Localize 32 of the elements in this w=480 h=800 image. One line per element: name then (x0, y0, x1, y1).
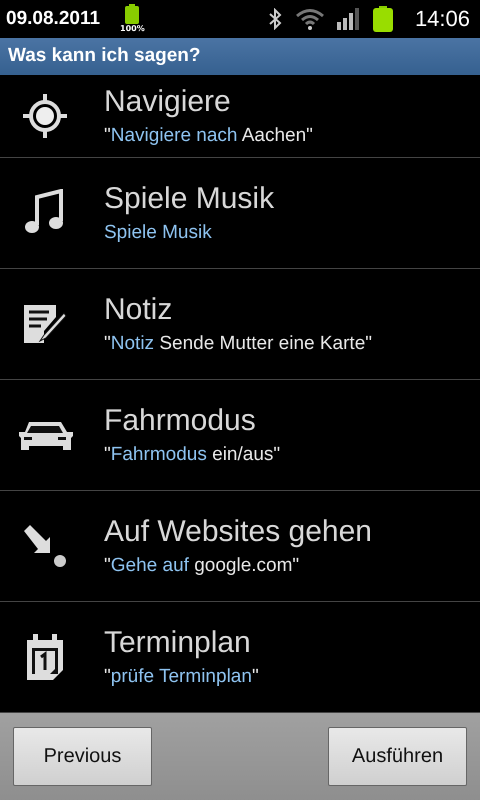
command-item[interactable]: Auf Websites gehen "Gehe auf google.com" (0, 491, 480, 602)
command-title: Auf Websites gehen (104, 515, 372, 550)
battery-icon (372, 6, 393, 32)
example-phrase: "Navigiere nach Aachen" (104, 125, 313, 148)
example-phrase: "Gehe auf google.com" (104, 555, 300, 578)
example-phrase: "Notiz Sende Mutter eine Karte" (104, 333, 372, 356)
status-date: 09.08.2011 (6, 8, 100, 30)
command-item[interactable]: Spiele Musik Spiele Musik (0, 158, 480, 270)
dialog-button[interactable]: Ausführen (328, 727, 467, 786)
status-time: 14:06 (414, 6, 470, 32)
command-title: Fahrmodus (104, 404, 257, 438)
command-title: Navigiere (104, 85, 232, 120)
command-title: Terminplan (104, 626, 252, 660)
calendar-icon (25, 634, 65, 680)
command-item[interactable]: Notiz "Notiz Sende Mutter eine Karte" (0, 269, 480, 380)
command-item[interactable]: Navigiere "Navigiere nach Aachen" (0, 75, 480, 158)
dialog-button[interactable]: Previous (13, 727, 152, 786)
command-item[interactable]: Fahrmodus "Fahrmodus ein/aus" (0, 380, 480, 492)
example-phrase: "Fahrmodus ein/aus" (104, 444, 280, 466)
bluetooth-icon (266, 8, 283, 30)
example-phrase: Spiele Musik (104, 222, 213, 244)
command-title: Notiz (104, 293, 174, 328)
example-phrase: "prüfe Terminplan" (104, 666, 259, 688)
battery-percent: 100% (120, 24, 145, 34)
command-title: Spiele Musik (104, 182, 274, 216)
wifi-icon (294, 8, 325, 30)
note-pencil-icon (22, 303, 68, 346)
signal-icon (336, 8, 361, 30)
dialog-title: Was kann ich sagen? (8, 45, 201, 68)
target-icon (21, 92, 69, 140)
arrow-dot-icon (22, 523, 68, 570)
battery-icon (125, 4, 140, 24)
